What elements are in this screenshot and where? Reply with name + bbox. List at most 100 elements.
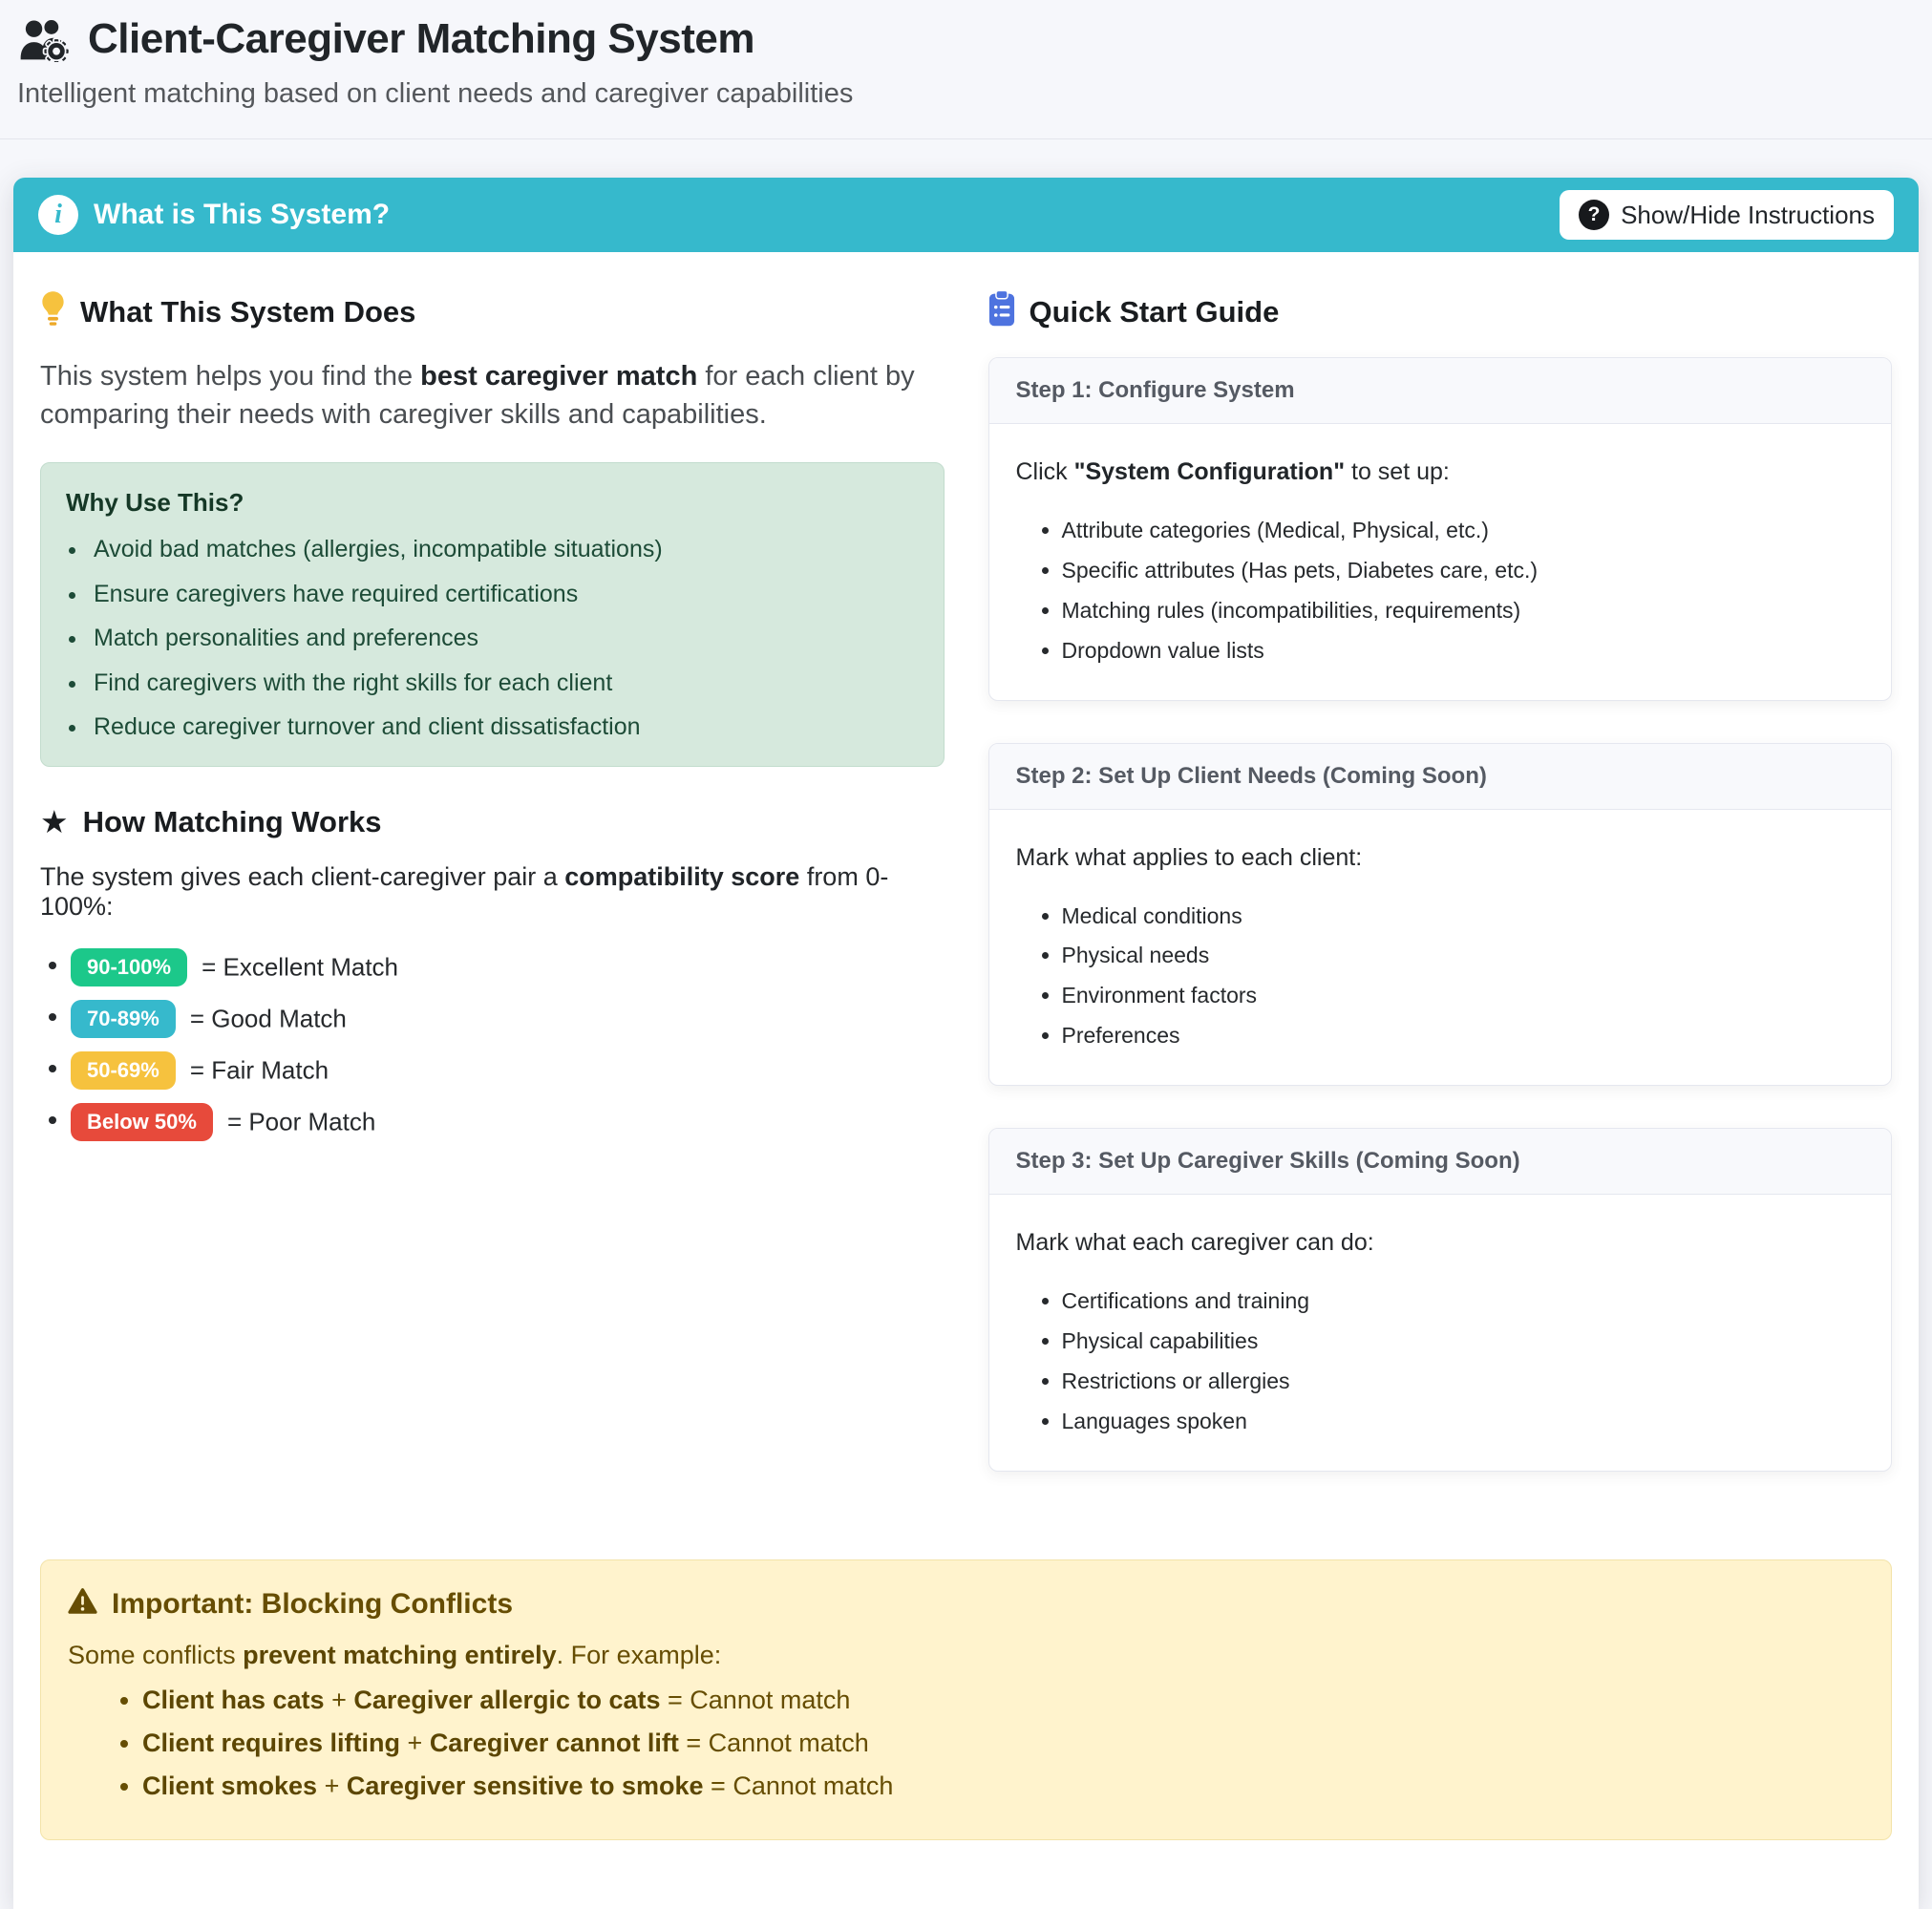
intro-paragraph: This system helps you find the best care… [40,357,945,434]
list-item: Preferences [1062,1022,1865,1050]
list-item: Attribute categories (Medical, Physical,… [1062,517,1865,545]
list-item: Avoid bad matches (allergies, incompatib… [89,533,919,567]
list-item: Specific attributes (Has pets, Diabetes … [1062,557,1865,585]
step-3-body: Mark what each caregiver can do: Certifi… [989,1195,1892,1471]
conflict-result: = Cannot match [661,1686,851,1714]
blocking-conflicts-warning: Important: Blocking Conflicts Some confl… [40,1559,1892,1840]
what-system-does-title: What This System Does [80,295,415,329]
step-2-lead: Mark what applies to each client: [1016,844,1865,872]
score-text: The system gives each client-caregiver p… [40,862,564,891]
list-item: Environment factors [1062,982,1865,1010]
quick-start-heading: Quick Start Guide [988,290,1893,334]
list-item: Certifications and training [1062,1287,1865,1316]
conflict-joiner: + [325,1686,354,1714]
warning-list: Client has cats + Caregiver allergic to … [68,1686,1864,1801]
step-lead-bold: "System Configuration" [1074,458,1345,485]
how-matching-works-title: How Matching Works [83,805,382,839]
step-3-card: Step 3: Set Up Caregiver Skills (Coming … [988,1128,1893,1472]
list-item: Matching rules (incompatibilities, requi… [1062,597,1865,626]
warning-triangle-icon [68,1587,97,1622]
score-paragraph: The system gives each client-caregiver p… [40,862,945,922]
page: Client-Caregiver Matching System Intelli… [0,0,1932,1909]
list-item: Client requires lifting + Caregiver cann… [142,1729,1864,1758]
step-lead-text: Click [1016,458,1074,485]
step-1-card: Step 1: Configure System Click "System C… [988,357,1893,701]
lightbulb-icon [40,290,66,334]
badge-fair: 50-69% [71,1051,176,1090]
warning-lead-text: Some conflicts [68,1641,243,1669]
list-item: 70-89% = Good Match [71,1000,945,1038]
step-2-body: Mark what applies to each client: Medica… [989,810,1892,1086]
list-item: Medical conditions [1062,902,1865,931]
what-system-does-heading: What This System Does [40,290,945,334]
step-3-lead: Mark what each caregiver can do: [1016,1229,1865,1257]
badge-excellent: 90-100% [71,948,187,986]
list-item: Reduce caregiver turnover and client dis… [89,711,919,745]
step-2-header: Step 2: Set Up Client Needs (Coming Soon… [989,744,1892,810]
step-1-lead: Click "System Configuration" to set up: [1016,458,1865,486]
instructions-panel-body: What This System Does This system helps … [13,252,1919,1909]
banner-title-group: i What is This System? [38,195,390,235]
list-item: Dropdown value lists [1062,637,1865,666]
why-use-this-list: Avoid bad matches (allergies, incompatib… [66,533,919,745]
warning-lead-bold: prevent matching entirely [243,1641,557,1669]
step-3-list: Certifications and training Physical cap… [1016,1287,1865,1436]
main-content: i What is This System? ? Show/Hide Instr… [0,139,1932,1909]
badge-meaning: = Excellent Match [202,952,398,981]
list-item: Languages spoken [1062,1408,1865,1436]
show-hide-instructions-label: Show/Hide Instructions [1621,201,1875,230]
step-1-list: Attribute categories (Medical, Physical,… [1016,517,1865,666]
show-hide-instructions-button[interactable]: ? Show/Hide Instructions [1560,190,1894,240]
warning-title: Important: Blocking Conflicts [112,1588,513,1621]
quick-start-title: Quick Start Guide [1030,295,1280,329]
list-item: Physical capabilities [1062,1327,1865,1356]
step-2-card: Step 2: Set Up Client Needs (Coming Soon… [988,743,1893,1087]
score-bold-text: compatibility score [564,862,799,891]
step-1-body: Click "System Configuration" to set up: … [989,424,1892,700]
two-column-layout: What This System Does This system helps … [40,283,1892,1514]
info-circle-icon: i [38,195,78,235]
badge-meaning: = Good Match [190,1004,347,1032]
page-title: Client-Caregiver Matching System [88,15,754,63]
intro-bold-text: best caregiver match [420,361,697,392]
list-item: Find caregivers with the right skills fo… [89,667,919,701]
list-item: Ensure caregivers have required certific… [89,578,919,612]
list-item: Client has cats + Caregiver allergic to … [142,1686,1864,1715]
users-gear-icon [17,17,71,62]
banner-title: What is This System? [94,199,390,231]
conflict-part: Caregiver sensitive to smoke [347,1771,704,1800]
list-item: 50-69%= Fair Match [71,1051,945,1090]
conflict-part: Client requires lifting [142,1729,400,1757]
badge-good: 70-89% [71,1000,176,1038]
warning-lead-text: . For example: [557,1641,722,1669]
what-system-does-section: What This System Does This system helps … [40,283,945,1155]
badge-meaning: = Poor Match [227,1107,375,1135]
warning-title-row: Important: Blocking Conflicts [68,1587,1864,1622]
page-subtitle: Intelligent matching based on client nee… [17,78,1915,110]
star-icon: ★ [40,806,69,838]
badge-poor: Below 50% [71,1103,213,1141]
question-circle-icon: ? [1579,200,1609,230]
conflict-joiner: + [317,1771,347,1800]
list-item: Restrictions or allergies [1062,1368,1865,1396]
list-item: Physical needs [1062,942,1865,970]
instructions-panel-header: i What is This System? ? Show/Hide Instr… [13,178,1919,252]
step-2-list: Medical conditions Physical needs Enviro… [1016,902,1865,1051]
list-item: Client smokes + Caregiver sensitive to s… [142,1771,1864,1801]
conflict-result: = Cannot match [704,1771,894,1800]
conflict-joiner: + [400,1729,430,1757]
warning-lead: Some conflicts prevent matching entirely… [68,1641,1864,1670]
list-item: 90-100% = Excellent Match [71,948,945,986]
page-title-row: Client-Caregiver Matching System [17,15,1915,63]
conflict-part: Client smokes [142,1771,317,1800]
how-matching-works-heading: ★ How Matching Works [40,805,945,839]
conflict-part: Caregiver allergic to cats [353,1686,660,1714]
list-item: Match personalities and preferences [89,622,919,656]
score-badge-list: 90-100% = Excellent Match 70-89% = Good Ma… [40,948,945,1141]
intro-text: This system helps you find the [40,361,420,392]
step-3-header: Step 3: Set Up Caregiver Skills (Coming … [989,1129,1892,1195]
clipboard-list-icon [988,290,1015,334]
quick-start-section: Quick Start Guide Step 1: Configure Syst… [988,283,1893,1514]
list-item: Below 50% = Poor Match [71,1103,945,1141]
why-use-this-box: Why Use This? Avoid bad matches (allergi… [40,462,945,767]
